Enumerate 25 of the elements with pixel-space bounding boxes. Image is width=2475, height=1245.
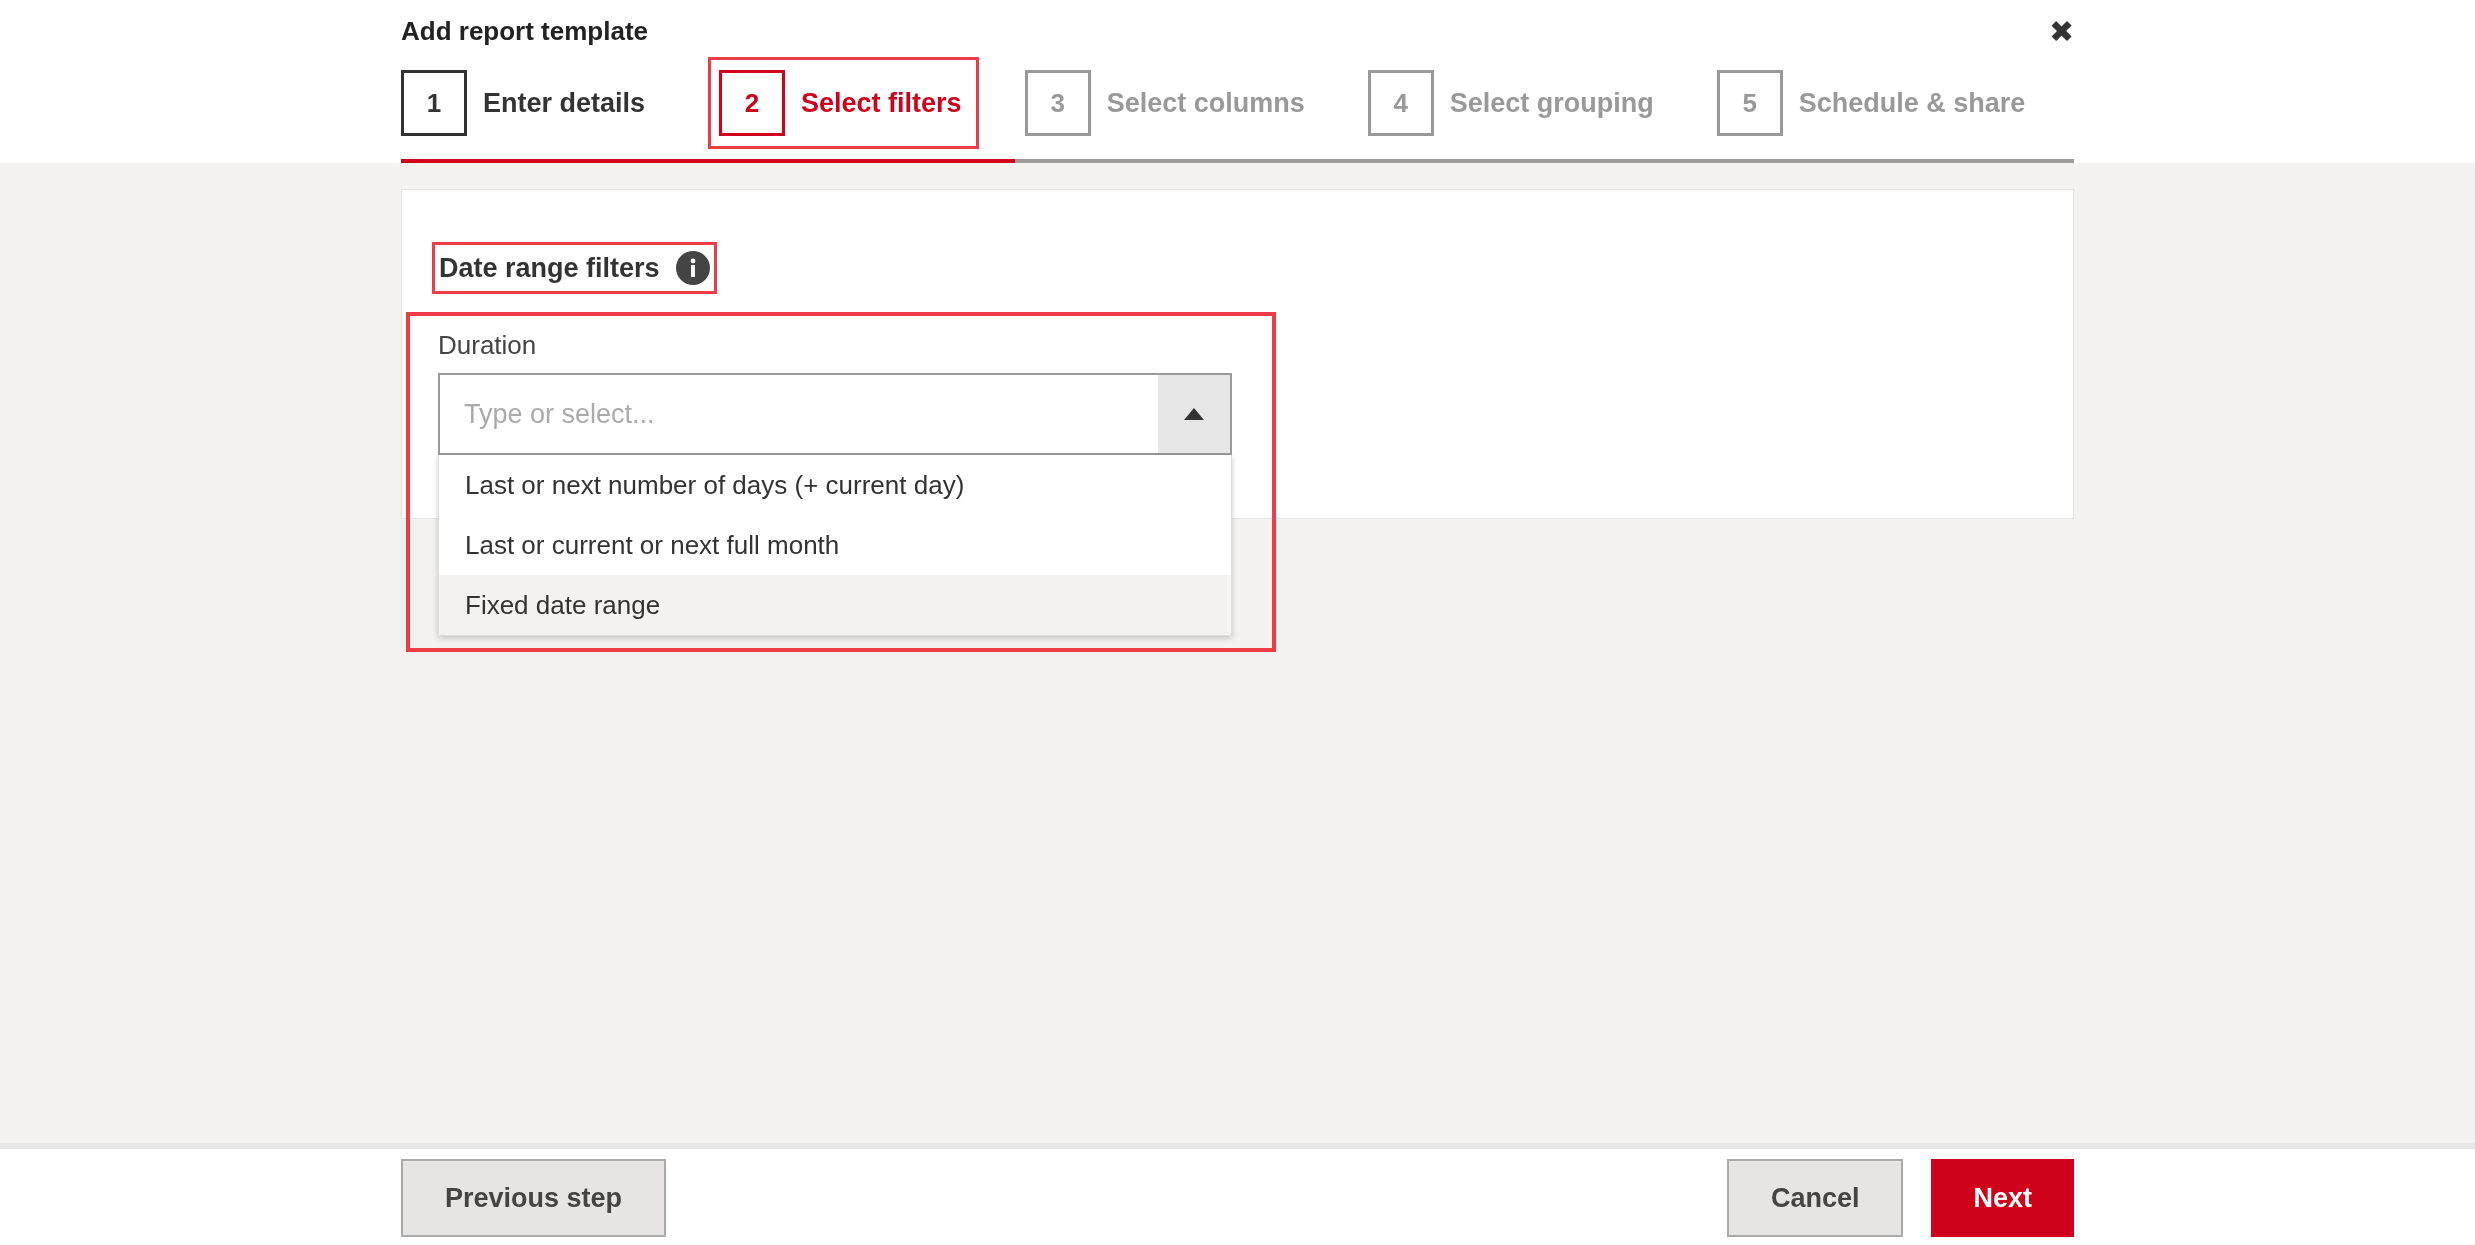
step-label: Select filters	[801, 87, 962, 119]
field-label: Duration	[438, 330, 538, 361]
step-label: Select columns	[1106, 87, 1305, 119]
step-label: Enter details	[483, 87, 646, 119]
dropdown-option[interactable]: Last or next number of days (+ current day)	[439, 455, 1231, 515]
step-tab[interactable]: 2 Select filters	[719, 70, 962, 136]
dialog-title: Add report template	[401, 16, 649, 47]
section-heading: Date range filters	[439, 252, 660, 284]
dropdown-option[interactable]: Last or current or next full month	[439, 515, 1231, 575]
cancel-button[interactable]: Cancel	[1726, 1159, 1904, 1237]
step-number: 1	[401, 70, 467, 136]
next-button[interactable]: Next	[1931, 1159, 2074, 1237]
close-button[interactable]: ✖	[2049, 14, 2074, 49]
step-label: Schedule & share	[1798, 87, 2026, 119]
step-tab[interactable]: 1 Enter details	[401, 70, 646, 136]
dropdown-toggle[interactable]	[1158, 375, 1230, 453]
step-number: 4	[1367, 70, 1434, 136]
info-icon[interactable]	[675, 251, 710, 285]
step-number: 5	[1716, 70, 1783, 136]
step-label: Select grouping	[1449, 87, 1654, 119]
previous-step-button[interactable]: Previous step	[401, 1159, 667, 1237]
step-number: 2	[719, 70, 786, 136]
caret-up-icon	[1184, 408, 1204, 420]
step-number: 3	[1024, 70, 1091, 136]
dropdown-option[interactable]: Fixed date range	[439, 575, 1231, 635]
